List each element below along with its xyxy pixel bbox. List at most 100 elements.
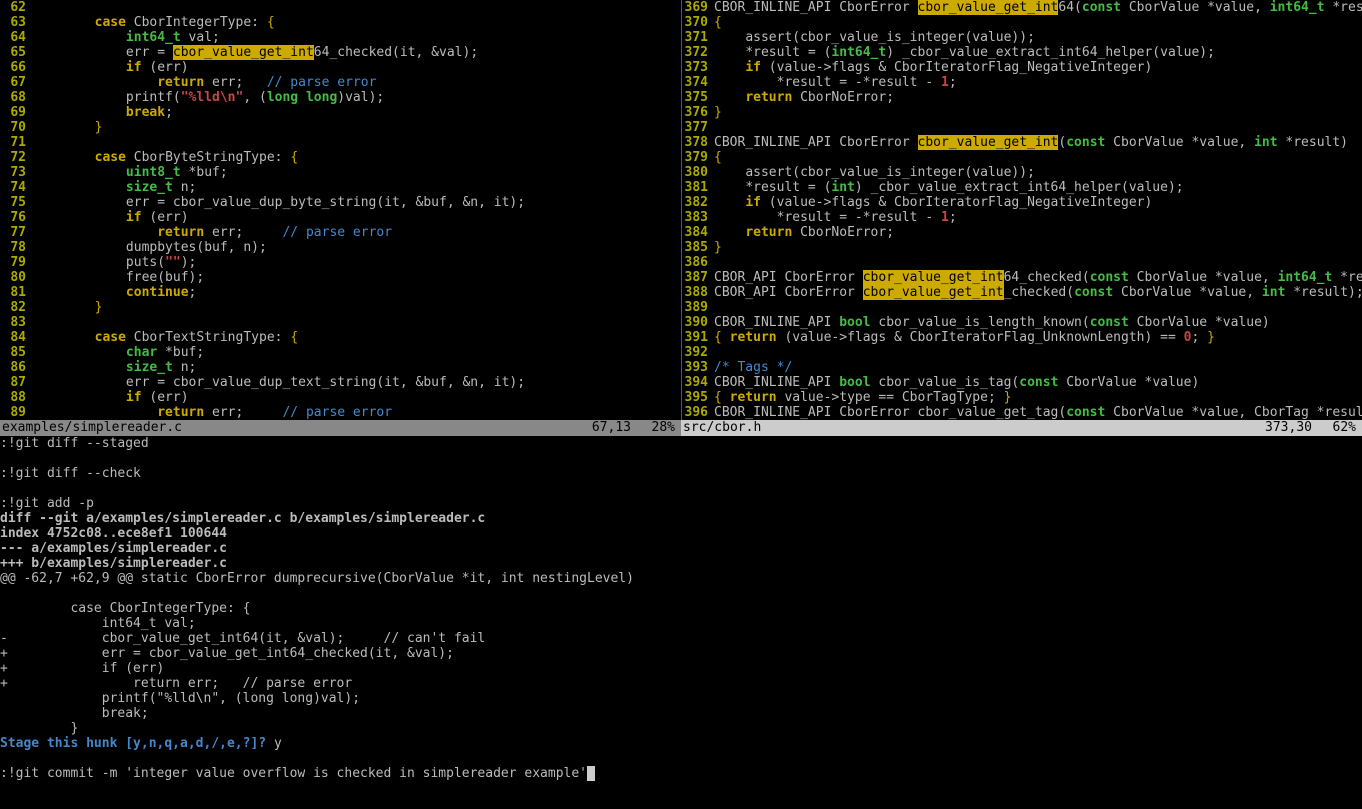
code-line[interactable]: 80 free(buf); [0,270,681,285]
code-line[interactable]: 369CBOR_INLINE_API CborError cbor_value_… [682,0,1362,15]
status-bar-right: src/cbor.h 373,30 62% [681,420,1362,436]
line-number: 380 [682,165,714,180]
line-number: 372 [682,45,714,60]
code-line[interactable]: 380 assert(cbor_value_is_integer(value))… [682,165,1362,180]
code-line[interactable]: 381 *result = (int) _cbor_value_extract_… [682,180,1362,195]
code-line[interactable]: 373 if (value->flags & CborIteratorFlag_… [682,60,1362,75]
code-line[interactable]: 393/* Tags */ [682,360,1362,375]
line-number: 376 [682,105,714,120]
code-line[interactable]: 71 [0,135,681,150]
code-line[interactable]: 84 case CborTextStringType: { [0,330,681,345]
line-number: 379 [682,150,714,165]
code-line[interactable]: 73 uint8_t *buf; [0,165,681,180]
code-line[interactable]: 390CBOR_INLINE_API bool cbor_value_is_le… [682,315,1362,330]
code-line[interactable]: 67 return err; // parse error [0,75,681,90]
code-line[interactable]: 385} [682,240,1362,255]
code-line[interactable]: 379{ [682,150,1362,165]
command-line[interactable]: :!git commit -m 'integer value overflow … [0,766,1362,781]
line-number: 62 [0,0,32,15]
line-number: 87 [0,375,32,390]
line-number: 75 [0,195,32,210]
code-line[interactable]: 88 if (err) [0,390,681,405]
code-line[interactable]: 387CBOR_API CborError cbor_value_get_int… [682,270,1362,285]
code-line[interactable]: 70 } [0,120,681,135]
line-number: 83 [0,315,32,330]
code-line[interactable]: 87 err = cbor_value_dup_text_string(it, … [0,375,681,390]
code-line[interactable]: 83 [0,315,681,330]
cursor-icon [587,766,595,781]
code-line[interactable]: 388CBOR_API CborError cbor_value_get_int… [682,285,1362,300]
code-line[interactable]: 86 size_t n; [0,360,681,375]
code-line[interactable]: 372 *result = (int64_t) _cbor_value_extr… [682,45,1362,60]
code-line[interactable]: 392 [682,345,1362,360]
code-line[interactable]: 383 *result = -*result - 1; [682,210,1362,225]
output-line: } [0,721,1362,736]
line-number: 369 [682,0,714,15]
code-line[interactable]: 370{ [682,15,1362,30]
code-line[interactable]: 66 if (err) [0,60,681,75]
line-number: 76 [0,210,32,225]
code-line[interactable]: 382 if (value->flags & CborIteratorFlag_… [682,195,1362,210]
line-number: 370 [682,15,714,30]
code-line[interactable]: 396CBOR_INLINE_API CborError cbor_value_… [682,405,1362,420]
line-number: 388 [682,285,714,300]
line-number: 78 [0,240,32,255]
code-line[interactable]: 394CBOR_INLINE_API bool cbor_value_is_ta… [682,375,1362,390]
output-line [0,451,1362,466]
line-number: 65 [0,45,32,60]
code-line[interactable]: 377 [682,120,1362,135]
line-number: 378 [682,135,714,150]
editor-pane-left[interactable]: 6263 case CborIntegerType: {64 int64_t v… [0,0,681,420]
line-number: 70 [0,120,32,135]
line-number: 387 [682,270,714,285]
line-number: 391 [682,330,714,345]
line-number: 396 [682,405,714,420]
code-line[interactable]: 82 } [0,300,681,315]
code-line[interactable]: 376} [682,105,1362,120]
output-line [0,586,1362,601]
code-line[interactable]: 72 case CborByteStringType: { [0,150,681,165]
code-line[interactable]: 65 err = cbor_value_get_int64_checked(it… [0,45,681,60]
code-line[interactable]: 81 continue; [0,285,681,300]
code-line[interactable]: 395{ return value->type == CborTagType; … [682,390,1362,405]
line-number: 84 [0,330,32,345]
code-line[interactable]: 74 size_t n; [0,180,681,195]
command-output-pane[interactable]: :!git diff --staged:!git diff --check:!g… [0,436,1362,781]
line-number: 81 [0,285,32,300]
code-line[interactable]: 85 char *buf; [0,345,681,360]
code-line[interactable]: 386 [682,255,1362,270]
output-line: int64_t val; [0,616,1362,631]
output-line: + err = cbor_value_get_int64_checked(it,… [0,646,1362,661]
line-number: 374 [682,75,714,90]
line-number: 86 [0,360,32,375]
code-line[interactable]: 79 puts(""); [0,255,681,270]
output-line: + return err; // parse error [0,676,1362,691]
code-line[interactable]: 69 break; [0,105,681,120]
code-line[interactable]: 371 assert(cbor_value_is_integer(value))… [682,30,1362,45]
line-number: 72 [0,150,32,165]
line-number: 63 [0,15,32,30]
output-line: +++ b/examples/simplereader.c [0,556,1362,571]
line-number: 80 [0,270,32,285]
code-line[interactable]: 391{ return (value->flags & CborIterator… [682,330,1362,345]
line-number: 394 [682,375,714,390]
code-line[interactable]: 374 *result = -*result - 1; [682,75,1362,90]
code-line[interactable]: 62 [0,0,681,15]
line-number: 371 [682,30,714,45]
code-line[interactable]: 77 return err; // parse error [0,225,681,240]
line-number: 382 [682,195,714,210]
output-line: --- a/examples/simplereader.c [0,541,1362,556]
code-line[interactable]: 63 case CborIntegerType: { [0,15,681,30]
stage-hunk-prompt[interactable]: Stage this hunk [y,n,q,a,d,/,e,?]? y [0,736,1362,751]
code-line[interactable]: 389 [682,300,1362,315]
code-line[interactable]: 384 return CborNoError; [682,225,1362,240]
code-line[interactable]: 378CBOR_INLINE_API CborError cbor_value_… [682,135,1362,150]
editor-pane-right[interactable]: 369CBOR_INLINE_API CborError cbor_value_… [681,0,1362,420]
code-line[interactable]: 375 return CborNoError; [682,90,1362,105]
code-line[interactable]: 89 return err; // parse error [0,405,681,420]
code-line[interactable]: 68 printf("%lld\n", (long long)val); [0,90,681,105]
code-line[interactable]: 64 int64_t val; [0,30,681,45]
code-line[interactable]: 76 if (err) [0,210,681,225]
code-line[interactable]: 75 err = cbor_value_dup_byte_string(it, … [0,195,681,210]
code-line[interactable]: 78 dumpbytes(buf, n); [0,240,681,255]
